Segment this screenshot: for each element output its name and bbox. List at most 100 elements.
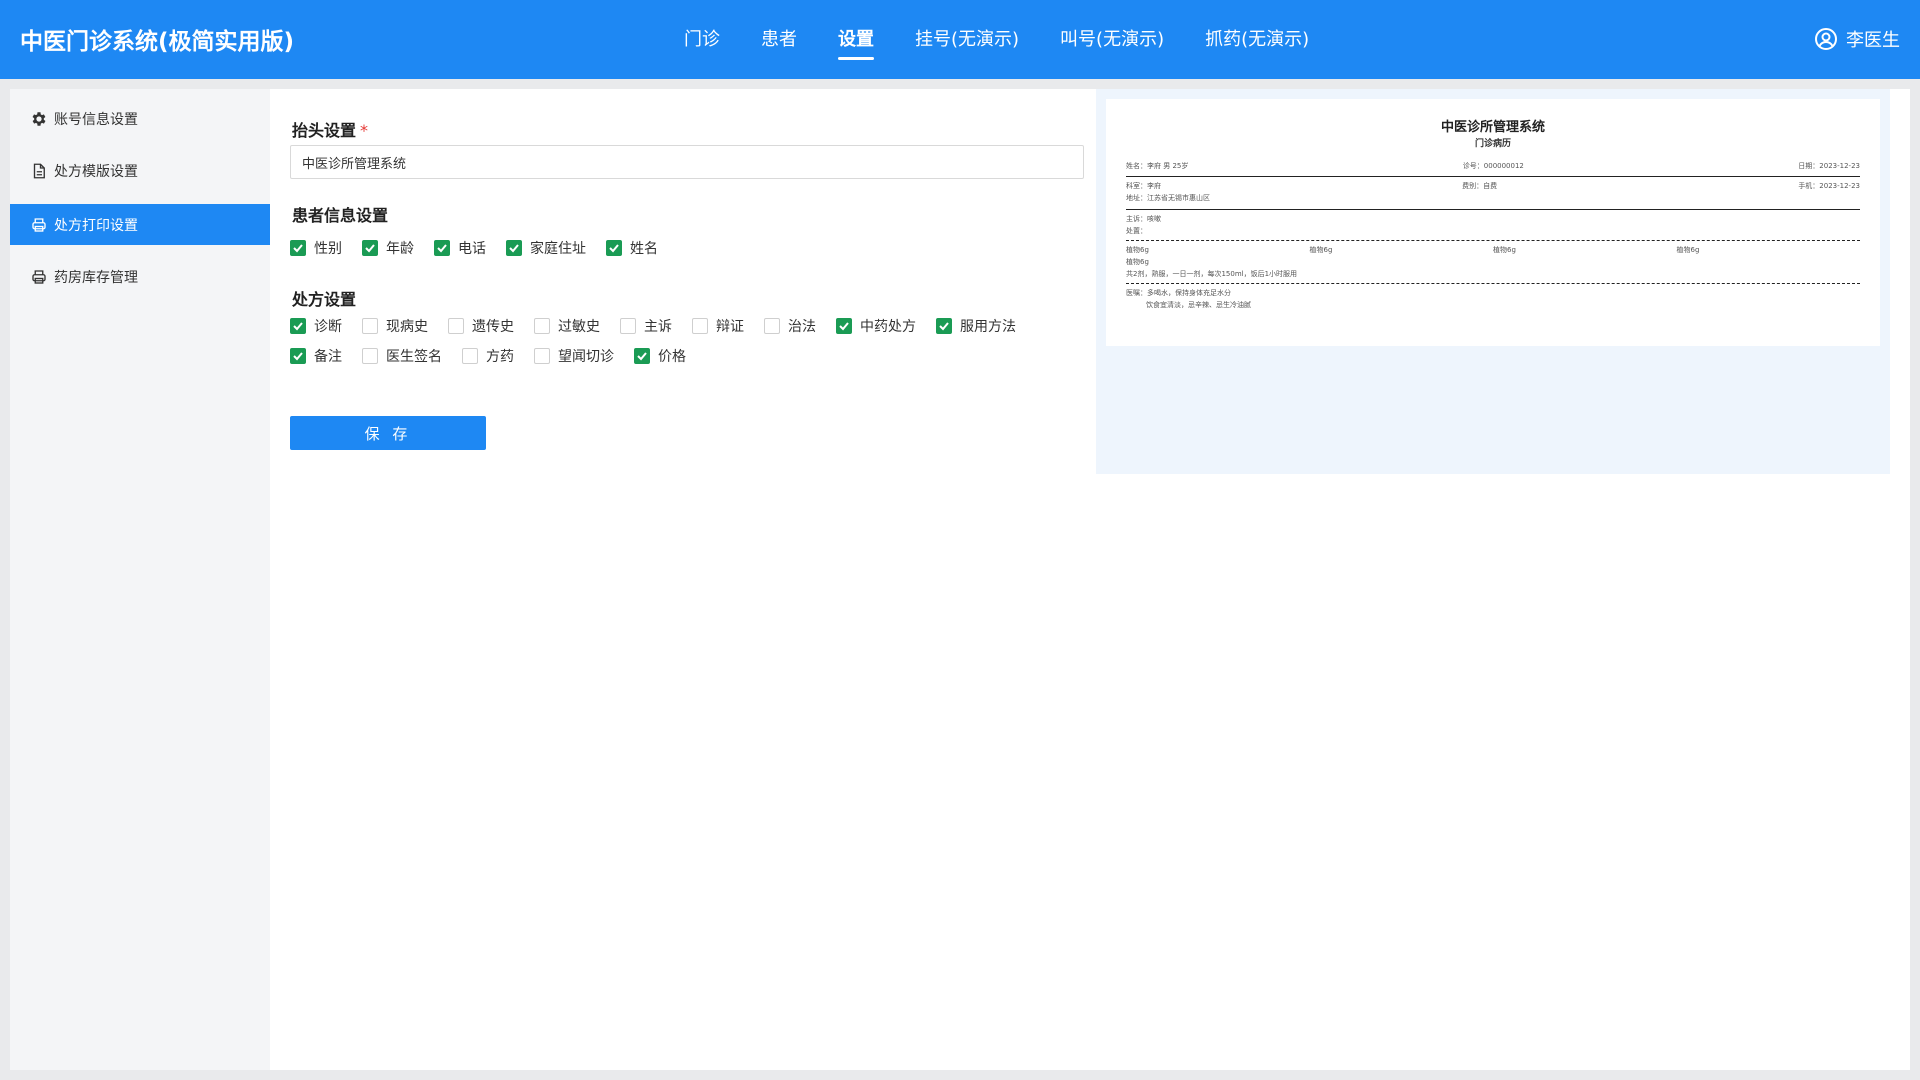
checkbox-box[interactable] [362,348,378,364]
checkbox-doctor-signature[interactable]: 医生签名 [362,346,442,366]
check-icon [637,352,647,361]
user-menu[interactable]: 李医生 [1814,26,1900,52]
preview-subtitle: 门诊病历 [1474,139,1511,149]
print-preview-paper: 中医诊所管理系统 门诊病历 姓名：李府 男 25岁 诊号：000000012 日… [1106,99,1880,346]
sidebar-item-pharmacy-inventory[interactable]: 药房库存管理 [10,256,270,297]
document-icon [33,163,45,178]
required-mark: * [360,121,369,140]
preview-divider [1126,209,1860,210]
sidebar-item-account-settings[interactable]: 账号信息设置 [10,98,270,139]
preview-divider [1126,283,1860,284]
header-title-input[interactable] [290,145,1084,179]
checkbox-box[interactable] [836,318,852,334]
checkbox-label: 年龄 [386,241,414,257]
sidebar-item-template-settings[interactable]: 处方模版设置 [10,150,270,191]
checkbox-label: 家庭住址 [530,241,586,257]
checkbox-dosage-method[interactable]: 服用方法 [936,316,1016,336]
nav-item-dispensing[interactable]: 抓药(无演示) [1205,25,1309,60]
checkbox-treatment-method[interactable]: 治法 [764,316,816,336]
nav-item-calling[interactable]: 叫号(无演示) [1060,25,1164,60]
check-icon [293,244,303,253]
checkbox-label: 现病史 [386,319,428,335]
checkbox-box[interactable] [764,318,780,334]
checkbox-box[interactable] [692,318,708,334]
prescription-section-title: 处方设置 [292,290,357,309]
preview-visit-number: 诊号：000000012 [1462,162,1524,170]
printer-icon [32,269,46,284]
main-content: 抬头设置* 患者信息设置 性别 年龄 电话 家庭住址 姓名 处方设置 诊断 现病… [270,89,1910,1070]
checkbox-label: 电话 [458,241,486,257]
check-icon [293,322,303,331]
checkbox-box[interactable] [620,318,636,334]
checkbox-box[interactable] [362,318,378,334]
nav-item-outpatient[interactable]: 门诊 [684,25,720,60]
preview-usage: 共2剂，熟服，一日一剂，每次150ml，饭后1小时服用 [1126,270,1298,278]
preview-patient-name: 姓名：李府 男 25岁 [1126,162,1189,170]
nav-item-patients[interactable]: 患者 [761,25,797,60]
check-icon [365,244,375,253]
preview-herb: 植物6g [1126,246,1149,254]
check-icon [939,322,949,331]
patient-options: 性别 年龄 电话 家庭住址 姓名 [290,238,658,258]
checkbox-home-address[interactable]: 家庭住址 [506,238,586,258]
nav-item-registration[interactable]: 挂号(无演示) [915,25,1019,60]
preview-herb: 植物6g [1493,246,1516,254]
preview-divider [1126,240,1860,241]
checkbox-herbal-prescription[interactable]: 中药处方 [836,316,916,336]
patient-section-title: 患者信息设置 [292,206,389,225]
sidebar-item-label: 药房库存管理 [54,269,138,286]
preview-title: 中医诊所管理系统 [1440,120,1545,135]
preview-info-row: 科室：李府 费别：自费 手机：2023-12-23 [1126,181,1860,191]
prescription-options-row1: 诊断 现病史 遗传史 过敏史 主诉 辩证 治法 中药处方 服用方法 [290,316,1016,336]
checkbox-label: 辩证 [716,319,744,335]
checkbox-label: 姓名 [630,241,658,257]
checkbox-box[interactable] [606,240,622,256]
checkbox-label: 主诉 [644,319,672,335]
checkbox-box[interactable] [290,348,306,364]
user-name: 李医生 [1846,30,1900,51]
checkbox-name[interactable]: 姓名 [606,238,658,258]
checkbox-price[interactable]: 价格 [634,346,686,366]
printer-icon [32,217,46,232]
checkbox-box[interactable] [434,240,450,256]
sidebar-item-print-settings[interactable]: 处方打印设置 [10,204,270,245]
checkbox-present-illness[interactable]: 现病史 [362,316,428,336]
checkbox-formula[interactable]: 方药 [462,346,514,366]
print-preview-panel: 中医诊所管理系统 门诊病历 姓名：李府 男 25岁 诊号：000000012 日… [1096,89,1890,474]
checkbox-box[interactable] [534,318,550,334]
checkbox-age[interactable]: 年龄 [362,238,414,258]
preview-department: 科室：李府 [1126,182,1161,190]
checkbox-diagnosis[interactable]: 诊断 [290,316,342,336]
checkbox-box[interactable] [448,318,464,334]
checkbox-box[interactable] [634,348,650,364]
checkbox-gender[interactable]: 性别 [290,238,342,258]
checkbox-label: 医生签名 [386,349,442,365]
checkbox-box[interactable] [936,318,952,334]
checkbox-box[interactable] [506,240,522,256]
checkbox-box[interactable] [462,348,478,364]
checkbox-genetic-history[interactable]: 遗传史 [448,316,514,336]
user-avatar-icon [1815,28,1837,50]
checkbox-allergy-history[interactable]: 过敏史 [534,316,600,336]
checkbox-chief-complaint[interactable]: 主诉 [620,316,672,336]
checkbox-box[interactable] [362,240,378,256]
nav-item-settings[interactable]: 设置 [838,25,874,60]
save-button[interactable]: 保 存 [290,416,486,450]
check-icon [437,244,447,253]
main-nav: 门诊 患者 设置 挂号(无演示) 叫号(无演示) 抓药(无演示) [684,25,1350,60]
checkbox-box[interactable] [290,318,306,334]
checkbox-remarks[interactable]: 备注 [290,346,342,366]
check-icon [293,352,303,361]
checkbox-phone[interactable]: 电话 [434,238,486,258]
header-section-label: 抬头设置 [292,121,357,140]
preview-divider [1126,176,1860,177]
preview-date: 日期：2023-12-23 [1798,162,1860,170]
checkbox-syndrome-differentiation[interactable]: 辩证 [692,316,744,336]
preview-address: 地址：江苏省无锡市惠山区 [1126,194,1210,202]
checkbox-box[interactable] [534,348,550,364]
checkbox-label: 价格 [658,349,686,365]
checkbox-four-examinations[interactable]: 望闻切诊 [534,346,614,366]
checkbox-label: 方药 [486,349,514,365]
checkbox-box[interactable] [290,240,306,256]
header-section-title: 抬头设置 * [292,117,368,141]
